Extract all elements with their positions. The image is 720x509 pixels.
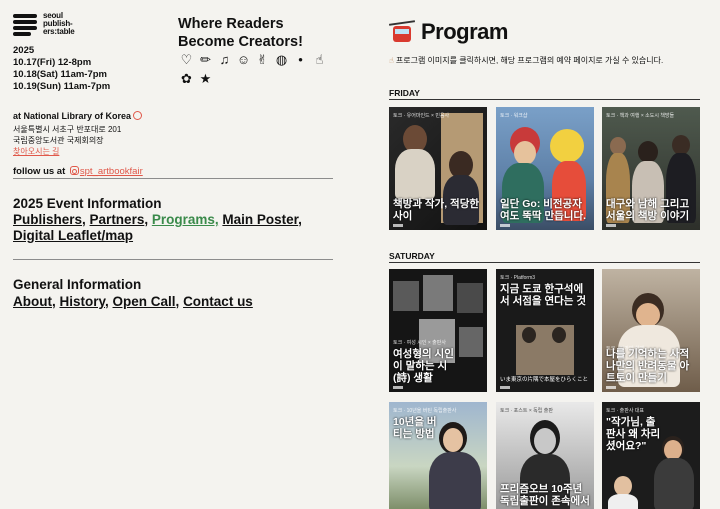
card-tag: 토크 · 책과 여행 × 소도시 책방들 xyxy=(606,113,675,119)
main-poster-link[interactable]: Main Poster xyxy=(222,212,298,227)
partners-link[interactable]: Partners xyxy=(90,212,145,227)
programs-link[interactable]: Programs, xyxy=(152,212,219,227)
card-title: 지금 도쿄 한구석에서 서점을 연다는 것 xyxy=(500,283,587,307)
divider xyxy=(13,178,333,179)
program-card[interactable]: 토크 · 포스트 × 독립 출판 프리즘오브 10주년 독립출판이 존속에서 xyxy=(496,402,594,509)
program-card[interactable]: 토크 · 유어마인드 × 민음사 책방과 작가, 적당한 사이 xyxy=(389,107,487,230)
card-title: 나를 기억하는 사적 나만의 반려동물 아트토이 만들기 xyxy=(606,348,690,384)
venue-address: 서울특별시 서초구 반포대로 201 xyxy=(13,125,122,134)
venue-building: 국립중앙도서관 국제회의장 xyxy=(13,136,104,145)
smile-icon: ☺ xyxy=(236,52,251,67)
pin-icon: • xyxy=(298,52,303,67)
card-tag: 토크 · 포스트 × 독립 출판 xyxy=(500,408,553,414)
icon-row: ♡ ✏ ♫ ☺ ✌ ◍ • ☝ ✿ ★ xyxy=(178,51,338,87)
directions-link[interactable]: 찾아오시는 길 xyxy=(13,147,59,156)
instagram-icon xyxy=(69,166,79,175)
card-title: 여성형의 시인이 말하는 시(詩) 생활 xyxy=(393,348,454,384)
card-tag: 토크 · 여성 시인 × 출판사 xyxy=(393,340,446,346)
music-icon: ♫ xyxy=(219,52,230,67)
follow-us: follow us at spt_artbookfair xyxy=(13,166,143,177)
card-title: "작가님, 출판사 왜 차리셨어요?" xyxy=(606,416,661,452)
heart-icon: ♡ xyxy=(180,52,193,67)
program-card[interactable]: 토크 · Platform3 지금 도쿄 한구석에서 서점을 연다는 것 いま東… xyxy=(496,269,594,392)
card-tag: 토크 · 10년을 버틴 독립출판사 xyxy=(393,408,457,414)
card-title: 프리즘오브 10주년 독립출판이 존속에서 xyxy=(500,483,590,507)
globe-icon: ◍ xyxy=(275,52,288,67)
about-link[interactable]: About xyxy=(13,294,52,309)
cable-car-icon xyxy=(388,19,416,45)
program-title: Program xyxy=(421,19,508,44)
program-header: Program xyxy=(388,16,508,48)
program-card[interactable]: 토크 · 작가와 함께 나를 기억하는 사적 나만의 반려동물 아트토이 만들기 xyxy=(602,269,700,392)
event-info-title: 2025 Event Information xyxy=(13,196,162,211)
program-card[interactable]: 토크 · 출판사 대표 "작가님, 출판사 왜 차리셨어요?" xyxy=(602,402,700,509)
card-tag: 토크 · 유어마인드 × 민음사 xyxy=(393,113,450,119)
card-tag: 토크 · Platform3 xyxy=(500,275,536,281)
flower-icon: ✿ xyxy=(181,71,192,86)
day-divider xyxy=(389,262,700,263)
logo-mark-icon xyxy=(13,13,37,36)
pointing-hand-icon: ☝ xyxy=(389,56,394,65)
publishers-link[interactable]: Publishers xyxy=(13,212,82,227)
card-subtitle: いま東京の片隅で本屋をひらくこと xyxy=(500,377,589,383)
card-tag: 토크 · 워크샵 xyxy=(500,113,528,119)
card-title: 일단 Go: 비전공자여도 뚝딱 만듭니다. xyxy=(500,198,587,222)
follow-label: follow us at xyxy=(13,166,66,177)
info-column: seoul publish- ers:table 2025 10.17(Fri)… xyxy=(13,11,333,509)
venue-title: at National Library of Korea xyxy=(13,111,132,121)
day-divider xyxy=(389,99,700,100)
card-tag: 토크 · 출판사 대표 xyxy=(606,408,645,414)
date-line: 10.17(Fri) 12-8pm xyxy=(13,57,92,68)
event-info-links: Publishers, Partners, Programs, Main Pos… xyxy=(13,212,302,243)
general-info-title: General Information xyxy=(13,277,142,292)
logo-text: seoul publish- ers:table xyxy=(43,11,75,36)
date-line: 10.19(Sun) 11am-7pm xyxy=(13,81,111,92)
tagline: Where Readers Become Creators! xyxy=(178,16,303,50)
general-info-links: About, History, Open Call, Contact us xyxy=(13,294,253,309)
date-line: 10.18(Sat) 11am-7pm xyxy=(13,69,107,80)
pointing-hand-icon: ☝ xyxy=(315,52,324,67)
festival-dates: 2025 10.17(Fri) 12-8pm 10.18(Sat) 11am-7… xyxy=(13,45,110,93)
day-label-friday: FRIDAY xyxy=(389,88,420,98)
program-notice: ☝ 프로그램 이미지를 클릭하시면, 해당 프로그램의 예약 페이지로 가실 수 … xyxy=(389,56,664,65)
peace-hand-icon: ✌ xyxy=(257,52,268,67)
festival-year: 2025 xyxy=(13,45,35,56)
pencil-icon: ✏ xyxy=(200,52,211,67)
history-link[interactable]: History xyxy=(60,294,106,309)
site-logo[interactable]: seoul publish- ers:table xyxy=(13,11,123,39)
program-card[interactable]: 토크 · 여성 시인 × 출판사 여성형의 시인이 말하는 시(詩) 생활 xyxy=(389,269,487,392)
instagram-link[interactable]: spt_artbookfair xyxy=(80,166,143,177)
digital-leaflet-link[interactable]: Digital Leaflet/map xyxy=(13,228,133,243)
program-card[interactable]: 토크 · 워크샵 일단 Go: 비전공자여도 뚝딱 만듭니다. xyxy=(496,107,594,230)
card-title: 책방과 작가, 적당한 사이 xyxy=(393,198,480,222)
card-title: 대구와 남해 그리고 서울의 책방 이야기 xyxy=(606,198,690,222)
program-column: Program ☝ 프로그램 이미지를 클릭하시면, 해당 프로그램의 예약 페이… xyxy=(388,16,700,509)
divider xyxy=(13,259,333,260)
program-card[interactable]: 토크 · 10년을 버틴 독립출판사 10년을 버티는 방법 xyxy=(389,402,487,509)
globe-icon xyxy=(133,111,143,120)
open-call-link[interactable]: Open Call xyxy=(113,294,176,309)
card-title: 10년을 버티는 방법 xyxy=(393,416,437,440)
day-label-saturday: SATURDAY xyxy=(389,251,435,261)
venue-info: at National Library of Korea 서울특별시 서초구 반… xyxy=(13,111,143,157)
star-icon: ★ xyxy=(199,71,212,86)
program-card[interactable]: 토크 · 책과 여행 × 소도시 책방들 대구와 남해 그리고 서울의 책방 이… xyxy=(602,107,700,230)
contact-us-link[interactable]: Contact us xyxy=(183,294,253,309)
